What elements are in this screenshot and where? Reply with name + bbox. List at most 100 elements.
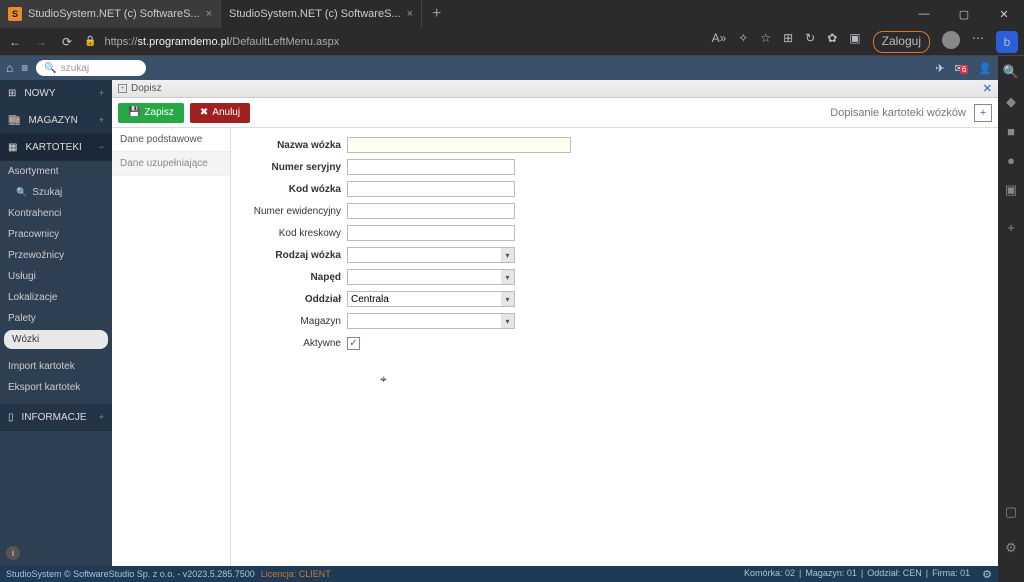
form-row-aktywne: Aktywne✓: [237, 334, 992, 352]
tab-close-icon[interactable]: ×: [407, 8, 413, 20]
status-cell-1[interactable]: Magazyn: 01: [805, 568, 857, 581]
sidebar-item-pracownicy[interactable]: Pracownicy: [0, 224, 112, 245]
expand-icon: +: [99, 412, 104, 422]
subtab-dane-uzupelniajace[interactable]: Dane uzupełniające: [112, 152, 230, 176]
dropdown-icon[interactable]: ▾: [501, 313, 515, 329]
sidebar-item-palety[interactable]: Palety: [0, 308, 112, 329]
sidebar-item-asortyment[interactable]: Asortyment: [0, 161, 112, 182]
sidebar-shopping-icon[interactable]: ■: [1007, 124, 1015, 139]
app-topbar: ⌂ ≡ 🔍 szukaj ✈ ✉6 👤: [0, 56, 998, 80]
field-label: Kod wózka: [237, 184, 347, 195]
input-numer-ewidencyjny[interactable]: [347, 203, 515, 219]
minimize-icon[interactable]: —: [904, 8, 944, 21]
input-nazwa-wózka[interactable]: [347, 137, 571, 153]
sidebar-item-label: Import kartotek: [8, 361, 75, 372]
field-label: Napęd: [237, 272, 347, 283]
sidebar-item-usługi[interactable]: Usługi: [0, 266, 112, 287]
translate-icon[interactable]: ✧: [738, 31, 748, 53]
read-aloud-icon[interactable]: A»: [712, 31, 727, 53]
select-rodzaj-wózka[interactable]: [347, 247, 515, 263]
status-cell-0[interactable]: Komórka: 02: [744, 568, 795, 581]
tab-close-icon[interactable]: ×: [206, 8, 212, 20]
form-row-magazyn: Magazyn▾: [237, 312, 992, 330]
subtab-dane-podstawowe[interactable]: Dane podstawowe: [112, 128, 230, 152]
back-icon[interactable]: ←: [6, 35, 24, 49]
subtabs: Dane podstawowe Dane uzupełniające: [112, 128, 231, 566]
info-icon[interactable]: i: [6, 546, 20, 560]
bing-icon[interactable]: b: [996, 31, 1018, 53]
address-input[interactable]: https://st.programdemo.pl/DefaultLeftMen…: [104, 36, 339, 48]
mouse-cursor: ⌖: [380, 372, 387, 387]
sidebar-item-label: Eksport kartotek: [8, 382, 80, 393]
close-window-icon[interactable]: ✕: [984, 8, 1024, 21]
sidebar-item-przewoźnicy[interactable]: Przewoźnicy: [0, 245, 112, 266]
plane-icon[interactable]: ✈: [935, 62, 944, 75]
sidebar-item-wózki[interactable]: Wózki: [4, 330, 108, 349]
doc-icon: ▯: [8, 412, 14, 423]
search-input[interactable]: 🔍 szukaj: [36, 60, 146, 76]
sidebar-search-icon[interactable]: 🔍: [1003, 64, 1019, 80]
page-icon: +: [118, 84, 127, 93]
sidebar-item-eksport-kartotek[interactable]: Eksport kartotek: [0, 377, 112, 398]
add-record-icon[interactable]: +: [974, 104, 992, 122]
sidebar-item-import-kartotek[interactable]: Import kartotek: [0, 356, 112, 377]
sidebar-item-kontrahenci[interactable]: Kontrahenci: [0, 203, 112, 224]
login-button[interactable]: Zaloguj: [873, 31, 930, 53]
save-button[interactable]: 💾 Zapisz: [118, 103, 184, 123]
sidebar-item-lokalizacje[interactable]: Lokalizacje: [0, 287, 112, 308]
sidebar-games-icon[interactable]: ▣: [1005, 182, 1017, 198]
sidebar-settings-icon[interactable]: ⚙: [1005, 540, 1017, 556]
sidebar-group-kartoteki[interactable]: ▦ KARTOTEKI −: [0, 134, 112, 161]
favorites-icon[interactable]: ☆: [760, 31, 771, 53]
history-icon[interactable]: ↻: [805, 31, 815, 53]
browser-tab-0[interactable]: S StudioSystem.NET (c) SoftwareS... ×: [0, 0, 221, 28]
sidebar-group-magazyn[interactable]: 🏬 MAGAZYN +: [0, 107, 112, 134]
select-magazyn[interactable]: [347, 313, 515, 329]
field-label: Numer ewidencyjny: [237, 206, 347, 217]
maximize-icon[interactable]: ▢: [944, 8, 984, 21]
profile-avatar[interactable]: [942, 31, 960, 49]
input-kod-kreskowy[interactable]: [347, 225, 515, 241]
mail-icon[interactable]: ✉6: [955, 62, 969, 75]
dropdown-icon[interactable]: ▾: [501, 291, 515, 307]
app-sidebar: ⊞ NOWY + 🏬 MAGAZYN + ▦ KARTOTEKI − Asort…: [0, 80, 112, 566]
dropdown-icon[interactable]: ▾: [501, 247, 515, 263]
input-numer-seryjny[interactable]: [347, 159, 515, 175]
sidebar-item-label: Palety: [8, 313, 36, 324]
sidebar-group-nowy[interactable]: ⊞ NOWY +: [0, 80, 112, 107]
menu-icon[interactable]: ⋯: [972, 31, 984, 53]
status-cell-3[interactable]: Firma: 01: [932, 568, 970, 581]
sidebar-tools-icon[interactable]: ●: [1007, 153, 1015, 168]
sidebar-bookmark-icon[interactable]: ◆: [1006, 94, 1016, 110]
menu-toggle-icon[interactable]: ≡: [21, 61, 28, 75]
sidebar-plus-icon[interactable]: +: [1007, 220, 1015, 235]
sidebar-group-informacje[interactable]: ▯ INFORMACJE +: [0, 404, 112, 431]
dropdown-icon[interactable]: ▾: [501, 269, 515, 285]
browser-tab-1[interactable]: StudioSystem.NET (c) SoftwareS... ×: [221, 0, 422, 28]
sidebar-collapse-icon[interactable]: ▢: [1005, 504, 1017, 520]
search-icon: 🔍: [16, 187, 27, 198]
forward-icon[interactable]: →: [32, 35, 50, 49]
form-row-numer-seryjny: Numer seryjny: [237, 158, 992, 176]
user-icon[interactable]: 👤: [978, 62, 992, 75]
main-panel: + Dopisz ✕ 💾 Zapisz ✖ Anuluj Dopisanie k…: [112, 80, 998, 566]
select-oddział[interactable]: [347, 291, 515, 307]
sidebar-item-label: Kontrahenci: [8, 208, 61, 219]
new-tab-button[interactable]: +: [422, 5, 451, 23]
status-cell-2[interactable]: Oddział: CEN: [867, 568, 922, 581]
close-panel-icon[interactable]: ✕: [983, 82, 992, 95]
browser-urlbar: ← → ⟳ 🔒 https://st.programdemo.pl/Defaul…: [0, 28, 1024, 56]
cancel-button[interactable]: ✖ Anuluj: [190, 103, 250, 123]
reload-icon[interactable]: ⟳: [58, 35, 76, 49]
home-icon[interactable]: ⌂: [6, 61, 13, 75]
app-frame: ⌂ ≡ 🔍 szukaj ✈ ✉6 👤 ⊞ NOWY + 🏬 MAGAZYN +: [0, 56, 998, 566]
collections-icon[interactable]: ⊞: [783, 31, 793, 53]
breadcrumb: + Dopisz ✕: [112, 80, 998, 98]
checkbox-aktywne[interactable]: ✓: [347, 337, 360, 350]
input-kod-wózka[interactable]: [347, 181, 515, 197]
app-icon[interactable]: ▣: [849, 31, 860, 53]
extensions-icon[interactable]: ✿: [827, 31, 837, 53]
select-napęd[interactable]: [347, 269, 515, 285]
settings-icon[interactable]: ⚙: [982, 568, 992, 581]
sidebar-item-szukaj[interactable]: 🔍Szukaj: [0, 182, 112, 203]
